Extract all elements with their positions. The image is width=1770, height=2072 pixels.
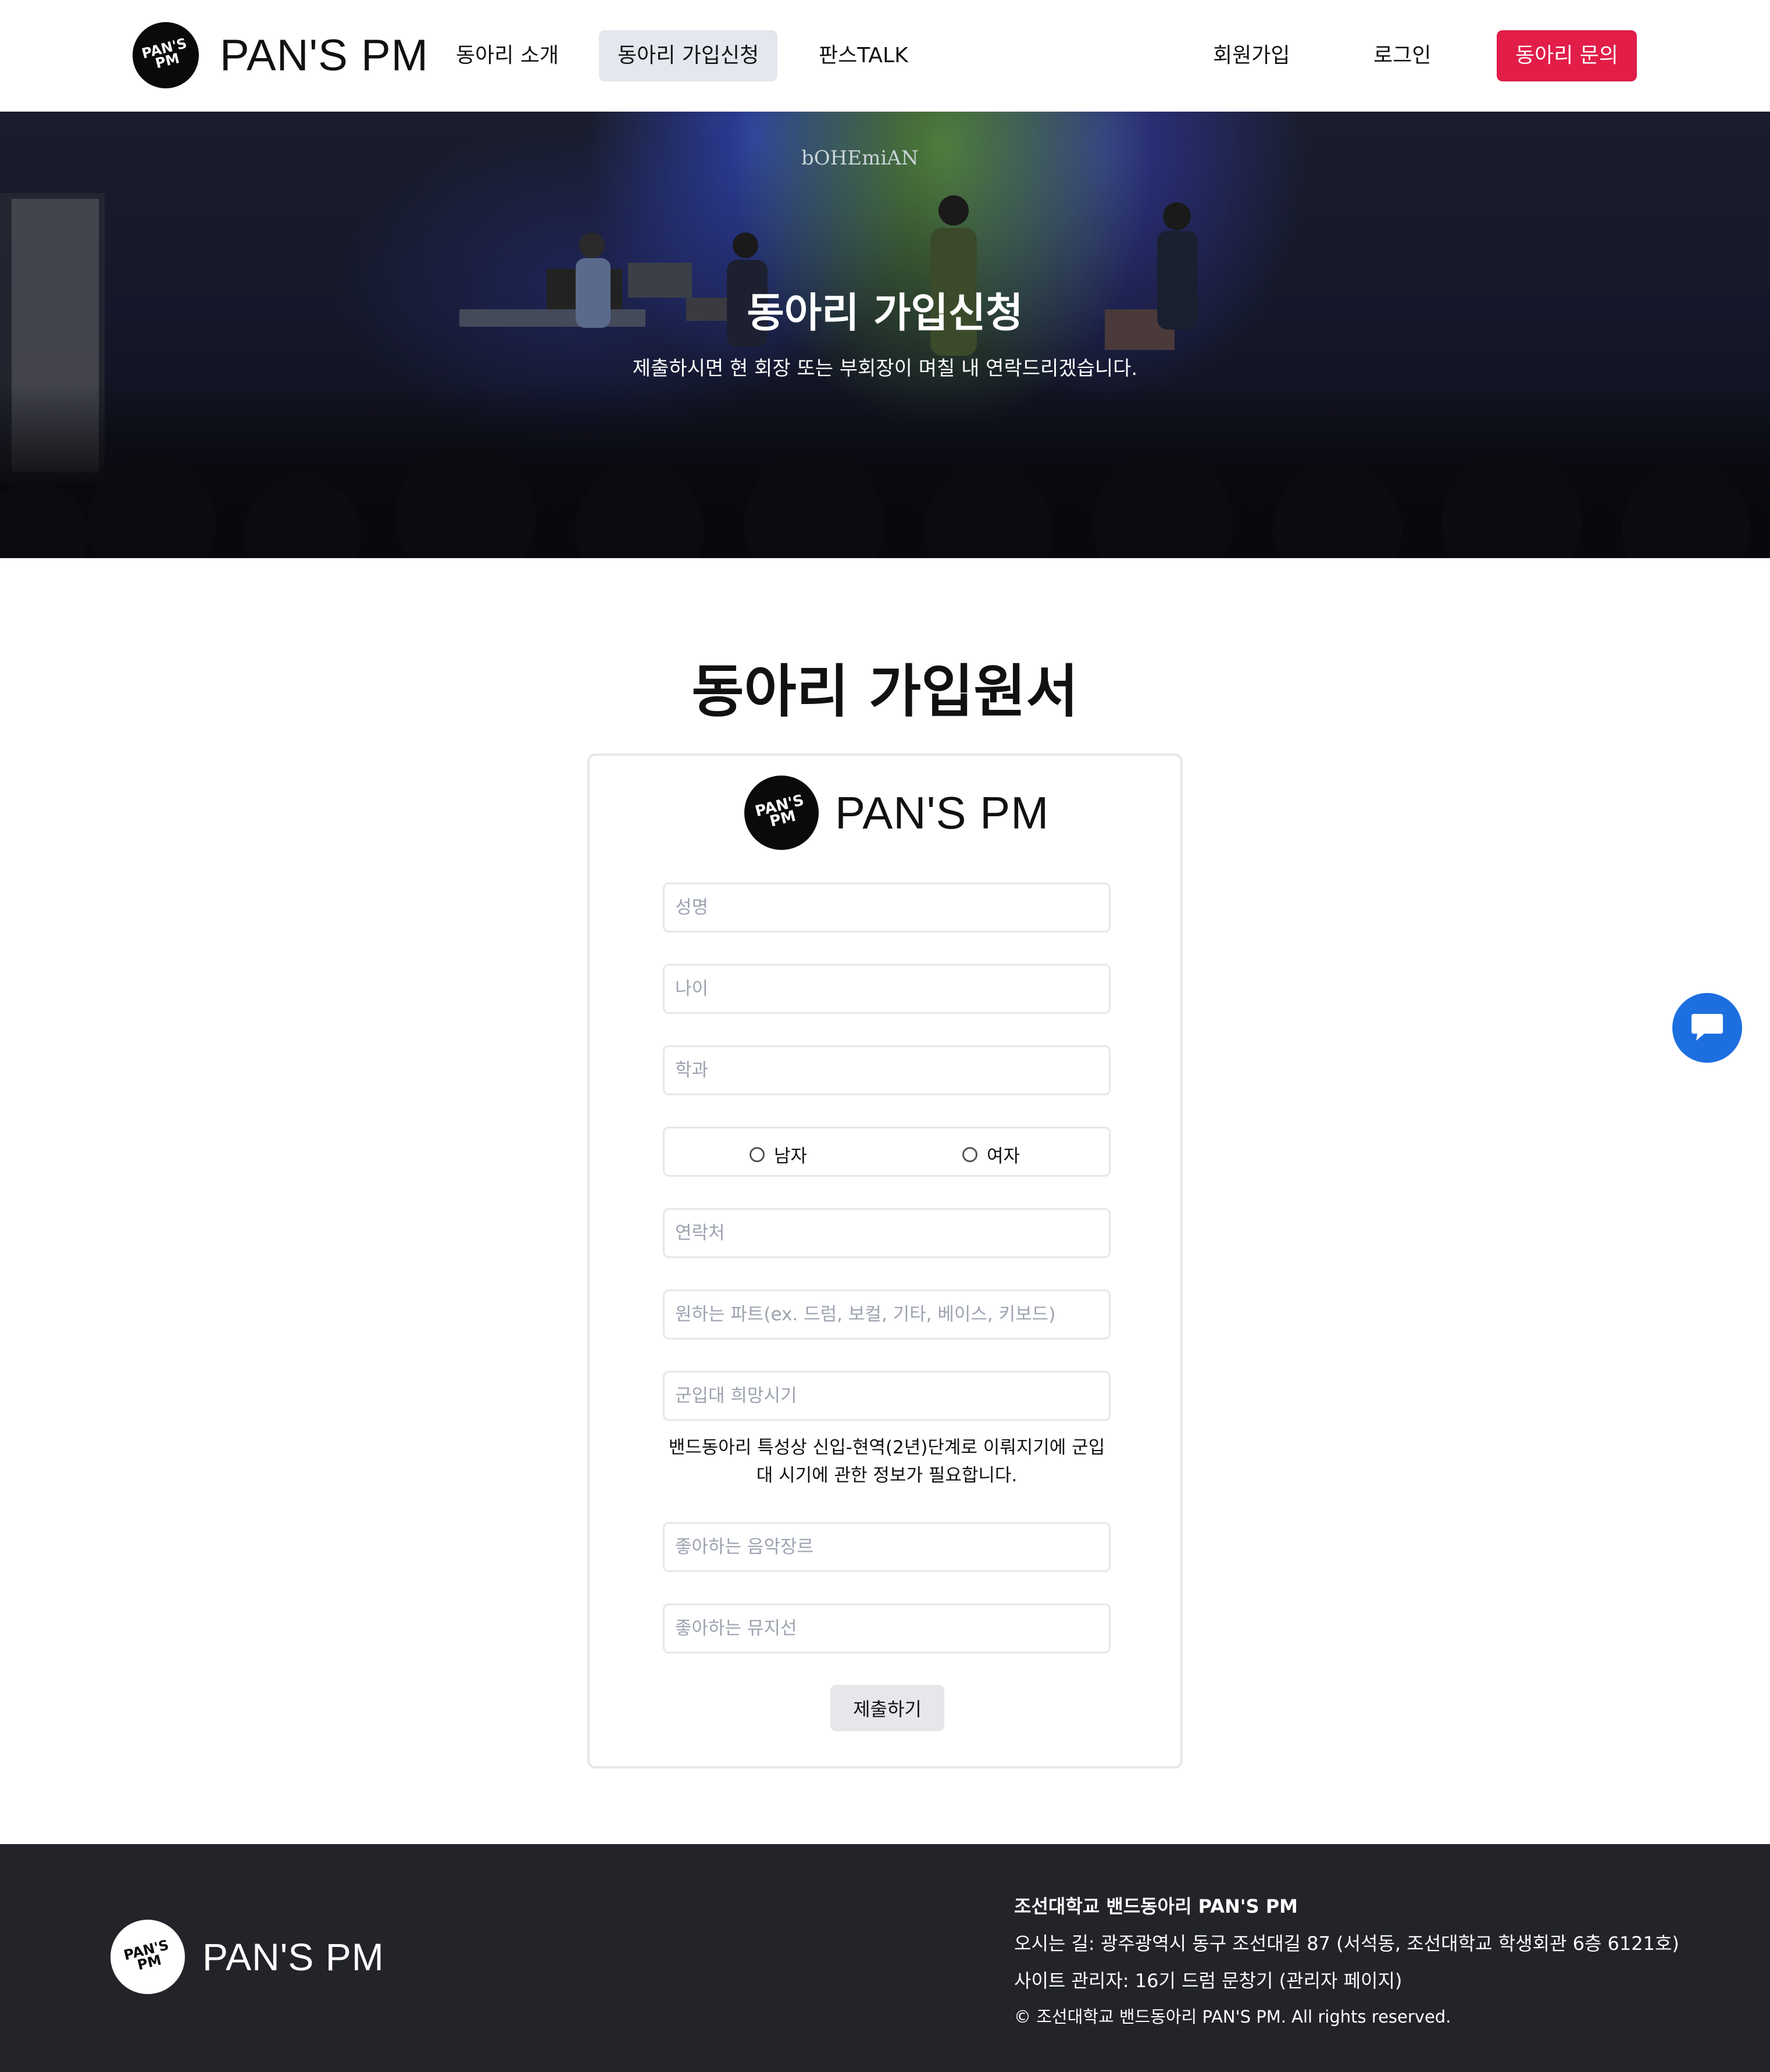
footer-admin[interactable]: 사이트 관리자: 16기 드럼 문창기 (관리자 페이지)	[1014, 1966, 1402, 1993]
part-input[interactable]	[663, 1289, 1111, 1339]
header-logo[interactable]: PAN'S PM PAN'S PM	[133, 22, 429, 88]
military-note: 밴드동아리 특성상 신입-현역(2년)단계로 이뤄지기에 군입대 시기에 관한 …	[668, 1437, 1105, 1486]
submit-button[interactable]: 제출하기	[830, 1685, 944, 1731]
radio-male[interactable]	[750, 1146, 765, 1162]
hero-crowd	[0, 384, 1770, 558]
radio-female[interactable]	[962, 1146, 977, 1162]
footer-logo: PAN'S PM PAN'S PM	[110, 1920, 384, 1994]
form-logo: PAN'S PM PAN'S PM	[744, 776, 1049, 850]
gender-male-option[interactable]: 남자	[750, 1141, 807, 1167]
form-logo-text: PAN'S PM	[835, 787, 1050, 838]
pans-pm-logo-icon: PAN'S PM	[110, 1920, 185, 1994]
chat-bubble-icon	[1692, 1014, 1723, 1041]
chat-button[interactable]	[1672, 993, 1742, 1063]
hero-subtitle: 제출하시면 현 회장 또는 부회장이 며칠 내 연락드리겠습니다.	[632, 357, 1138, 380]
site-header: PAN'S PM PAN'S PM 동아리 소개 동아리 가입신청 판스TALK …	[0, 0, 1770, 112]
pans-pm-logo-icon: PAN'S PM	[133, 22, 199, 88]
nav-item-pans-talk[interactable]: 판스TALK	[800, 30, 927, 81]
nav-item-join-application[interactable]: 동아리 가입신청	[599, 30, 778, 81]
age-input[interactable]	[663, 964, 1111, 1014]
footer-address: 오시는 길: 광주광역시 동구 조선대길 87 (서석동, 조선대학교 학생회관…	[1014, 1932, 1679, 1955]
musician-input[interactable]	[663, 1603, 1111, 1653]
footer-logo-text: PAN'S PM	[202, 1935, 384, 1978]
gender-male-label: 남자	[774, 1146, 808, 1167]
site-footer: PAN'S PM PAN'S PM 조선대학교 밴드동아리 PAN'S PM 오시…	[0, 1844, 1770, 2072]
name-input[interactable]	[663, 883, 1111, 933]
department-input[interactable]	[663, 1045, 1111, 1095]
footer-copyright: © 조선대학교 밴드동아리 PAN'S PM. All rights reser…	[1014, 2007, 1451, 2027]
pans-pm-logo-icon: PAN'S PM	[744, 776, 819, 850]
header-logo-text: PAN'S PM	[220, 30, 429, 80]
nav-item-club-intro[interactable]: 동아리 소개	[437, 30, 577, 81]
application-form-card: PAN'SPM PAN'S PM 남자 여자 밴드동아리 특성상 신입-현역(2…	[587, 753, 1183, 1769]
hero-banner: bOHEmiAN 동아리 가입신청 제출하시면 현 회장 또는 부회장이 며칠 …	[0, 112, 1770, 558]
signup-link[interactable]: 회원가입	[1194, 30, 1308, 81]
genre-input[interactable]	[663, 1522, 1111, 1572]
gender-radio-group: 남자 여자	[663, 1127, 1111, 1177]
login-link[interactable]: 로그인	[1355, 30, 1450, 81]
footer-org: 조선대학교 밴드동아리 PAN'S PM	[1014, 1895, 1298, 1917]
military-period-input[interactable]	[663, 1371, 1111, 1421]
page-title: 동아리 가입원서	[691, 659, 1079, 725]
hero-title: 동아리 가입신청	[747, 289, 1023, 337]
contact-input[interactable]	[663, 1208, 1111, 1258]
club-inquiry-button[interactable]: 동아리 문의	[1497, 30, 1637, 81]
gender-female-label: 여자	[987, 1146, 1020, 1167]
gender-female-option[interactable]: 여자	[962, 1141, 1020, 1167]
